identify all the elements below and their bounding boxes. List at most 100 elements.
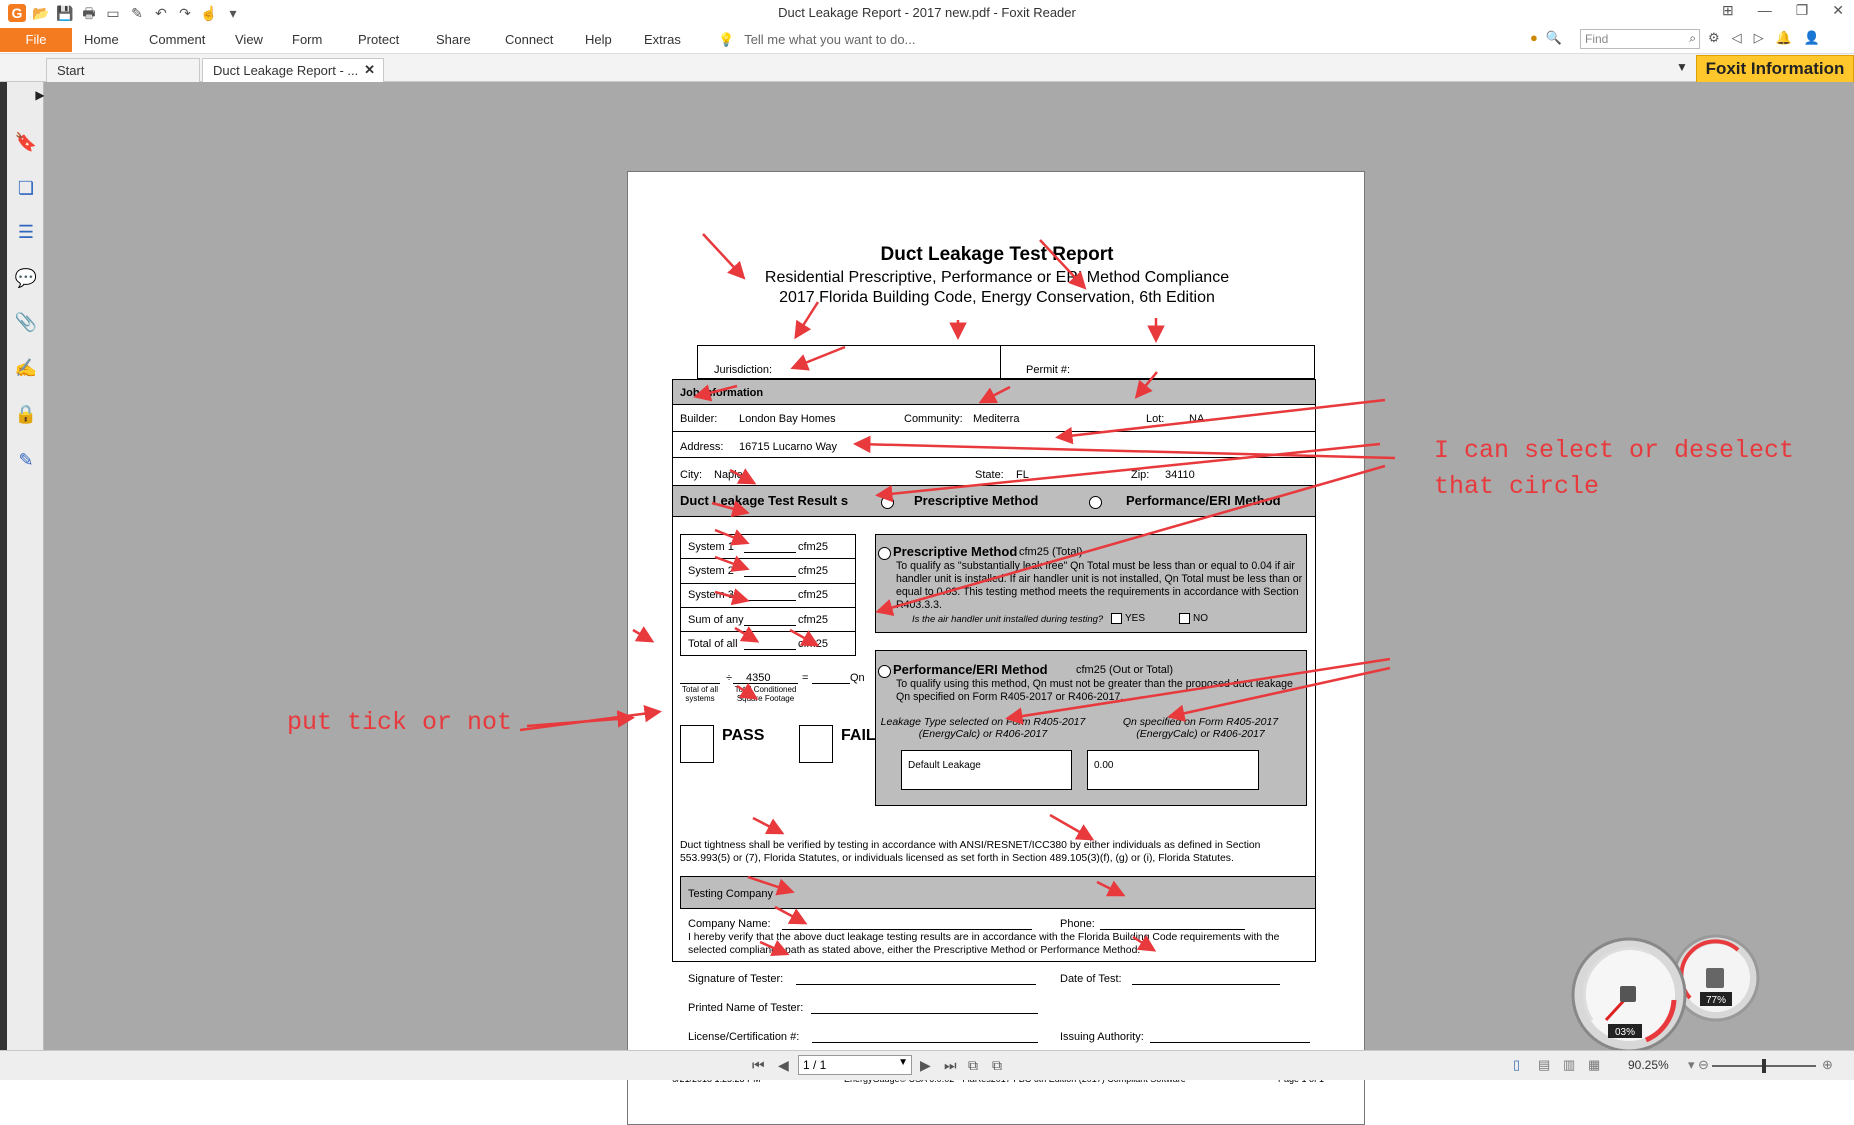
tab-share[interactable]: Share [436, 32, 471, 47]
forward-icon[interactable]: ▷ [1754, 30, 1764, 46]
next-page-icon[interactable]: ▶ [920, 1057, 931, 1074]
builder-value[interactable]: London Bay Homes [739, 413, 836, 425]
community-value[interactable]: Mediterra [973, 413, 1019, 425]
tab-connect[interactable]: Connect [505, 32, 553, 47]
divider [1000, 345, 1001, 379]
restore-layout-icon[interactable]: ⊞ [1722, 2, 1734, 19]
facing-view-icon[interactable]: ▥ [1563, 1057, 1575, 1073]
cfm-unit: cfm25 [798, 638, 828, 650]
pass-checkbox[interactable] [680, 725, 714, 763]
tell-me-box[interactable]: 💡 Tell me what you want to do... [718, 32, 915, 48]
page-number-input[interactable]: 1 / 1 ▼ [798, 1055, 912, 1075]
signature-icon[interactable]: ✍ [14, 358, 38, 382]
lock-icon[interactable]: 🔒 [14, 404, 38, 428]
certificate-icon[interactable]: ✎ [14, 450, 38, 474]
bell-icon[interactable]: 🔔 [1776, 30, 1792, 46]
printed-name-label: Printed Name of Tester: [688, 1002, 804, 1014]
city-value[interactable]: Naples [714, 469, 748, 481]
zoom-in-icon[interactable]: ⊕ [1822, 1057, 1833, 1073]
sum-of-any-field[interactable] [744, 625, 796, 626]
page-dropdown-icon[interactable]: ▼ [898, 1057, 908, 1068]
comments-icon[interactable]: 💬 [14, 268, 38, 292]
first-page-icon[interactable]: ⏮ [752, 1057, 765, 1074]
zoom-dropdown-icon[interactable]: ▾ [1688, 1057, 1695, 1073]
user-icon[interactable]: 👤 [1804, 30, 1820, 46]
file-tab[interactable]: File [0, 28, 72, 52]
single-page-view-icon[interactable]: ▯ [1513, 1057, 1520, 1073]
phone-label: Phone: [1060, 918, 1095, 930]
yes-label: YES [1125, 613, 1146, 624]
minimize-icon[interactable]: — [1758, 2, 1772, 19]
formula-area-field[interactable] [733, 683, 798, 684]
lot-value[interactable]: NA [1189, 413, 1204, 425]
attachment-icon[interactable]: 📎 [14, 312, 38, 336]
favorites-icon[interactable]: ● [1530, 30, 1538, 46]
tab-current-document[interactable]: Duct Leakage Report - ... ✕ [202, 58, 384, 82]
foxit-information-button[interactable]: Foxit Information [1696, 55, 1854, 83]
zoom-level[interactable]: 90.25% [1628, 1058, 1669, 1072]
search-icon[interactable]: ⌕ [1689, 31, 1696, 46]
tab-form[interactable]: Form [292, 32, 322, 47]
continuous-view-icon[interactable]: ▤ [1538, 1057, 1550, 1073]
issuing-authority-field[interactable] [1150, 1042, 1310, 1043]
formula-total-field[interactable] [680, 683, 720, 684]
prescriptive-radio[interactable] [1089, 496, 1102, 509]
yes-checkbox[interactable] [1111, 613, 1122, 624]
phone-field[interactable] [1100, 929, 1245, 930]
tab-home[interactable]: Home [84, 32, 119, 47]
annotation-tick: put tick or not [287, 708, 513, 737]
layers-icon[interactable]: ☰ [14, 222, 38, 246]
results-radio[interactable] [881, 496, 894, 509]
next-view-icon[interactable]: ⧉ [992, 1057, 1002, 1074]
formula-qn-field[interactable] [812, 683, 850, 684]
qn-spec-value: 0.00 [1094, 760, 1114, 771]
testing-company-header [680, 876, 1316, 909]
gauge-right-value: 77% [1706, 995, 1726, 1006]
settings-icon[interactable]: ⚙ [1708, 30, 1720, 46]
no-checkbox[interactable] [1179, 613, 1190, 624]
fail-checkbox[interactable] [799, 725, 833, 763]
sidebar-strip [0, 82, 7, 1050]
tab-start[interactable]: Start [46, 58, 200, 82]
back-icon[interactable]: ◁ [1732, 30, 1742, 46]
close-icon[interactable]: ✕ [1832, 2, 1844, 19]
tab-protect[interactable]: Protect [358, 32, 399, 47]
close-tab-icon[interactable]: ✕ [364, 62, 375, 78]
date-field[interactable] [1132, 984, 1280, 985]
tab-extras[interactable]: Extras [644, 32, 681, 47]
pages-icon[interactable]: ❏ [14, 178, 38, 202]
find-input[interactable]: Find ⌕ [1580, 29, 1700, 49]
company-name-field[interactable] [782, 929, 1032, 930]
tab-list-dropdown-icon[interactable]: ▼ [1676, 60, 1688, 74]
zip-value[interactable]: 34110 [1165, 469, 1195, 481]
printed-name-field[interactable] [811, 1013, 1038, 1014]
state-value[interactable]: FL [1016, 469, 1029, 481]
license-field[interactable] [812, 1042, 1038, 1043]
previous-view-icon[interactable]: ⧉ [968, 1057, 978, 1074]
tab-view[interactable]: View [235, 32, 263, 47]
system-2-field[interactable] [744, 576, 796, 577]
performance-box-radio[interactable] [878, 665, 891, 678]
cfm-unit: cfm25 [798, 614, 828, 626]
last-page-icon[interactable]: ⏭ [944, 1057, 957, 1074]
bookmark-icon[interactable]: 🔖 [14, 132, 38, 156]
total-of-all-label: Total of all [688, 638, 738, 650]
prescriptive-method-label: Prescriptive Method [914, 493, 1039, 508]
tab-help[interactable]: Help [585, 32, 612, 47]
zoom-out-icon[interactable]: ⊖ [1698, 1057, 1709, 1073]
zoom-slider-thumb[interactable] [1762, 1059, 1766, 1073]
state-label: State: [975, 469, 1004, 481]
maximize-icon[interactable]: ❐ [1796, 2, 1809, 19]
verify-text: I hereby verify that the above duct leak… [688, 932, 1280, 956]
continuous-facing-icon[interactable]: ▦ [1588, 1057, 1600, 1073]
system-3-field[interactable] [744, 600, 796, 601]
system-1-field[interactable] [744, 552, 796, 553]
prev-page-icon[interactable]: ◀ [778, 1057, 789, 1074]
total-of-all-field[interactable] [744, 649, 796, 650]
address-value[interactable]: 16715 Lucarno Way [739, 441, 837, 453]
tab-comment[interactable]: Comment [149, 32, 205, 47]
folder-search-icon[interactable]: 🔍 [1546, 30, 1562, 46]
prescriptive-box-radio[interactable] [878, 547, 891, 560]
pdf-page: Duct Leakage Test Report Residential Pre… [627, 171, 1365, 1125]
signature-field[interactable] [796, 984, 1036, 985]
